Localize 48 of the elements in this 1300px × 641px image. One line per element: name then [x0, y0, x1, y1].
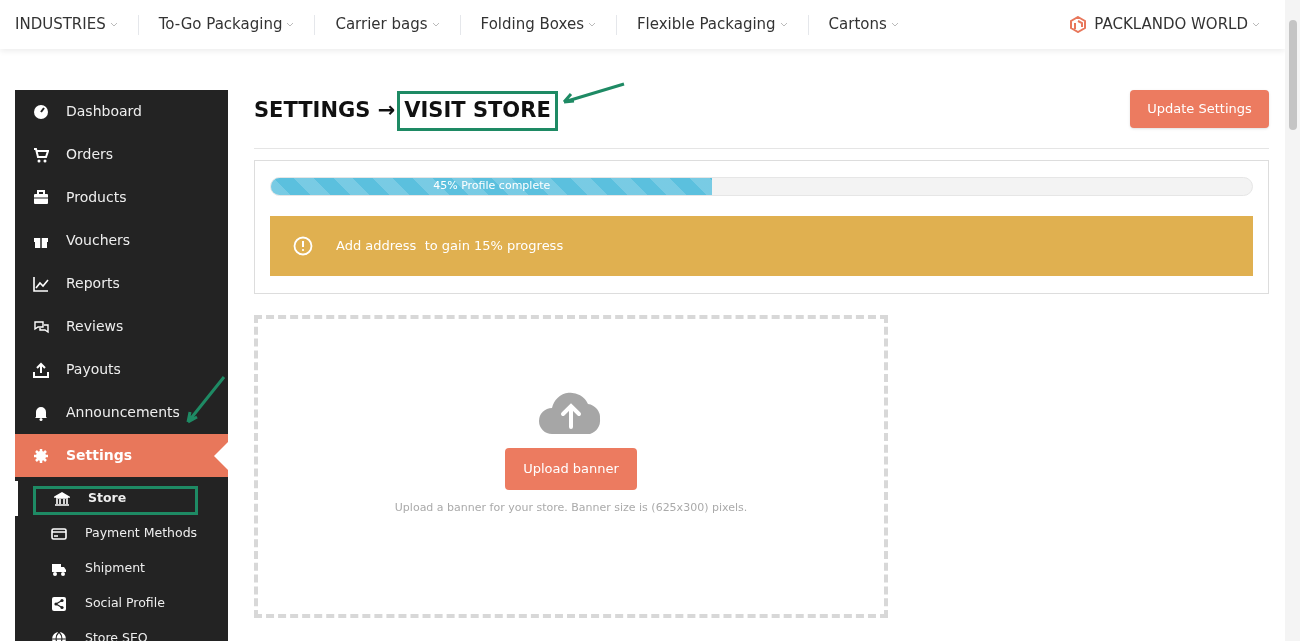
chevron-down-icon	[286, 22, 295, 27]
annotation-arrow	[560, 82, 626, 106]
sidebar-item[interactable]: Dashboard	[15, 90, 228, 133]
sidebar-item[interactable]: Announcements	[15, 391, 228, 434]
share-icon	[51, 595, 67, 612]
page-title: SETTINGS →	[254, 97, 396, 124]
chevron-down-icon	[109, 22, 118, 27]
sidebar-item[interactable]: Payouts	[15, 348, 228, 391]
submenu-item[interactable]: Payment Methods	[15, 516, 228, 551]
brand-link[interactable]: PACKLANDO WORLD	[1070, 13, 1260, 36]
chevron-down-icon	[890, 22, 899, 27]
nav-link[interactable]: To-Go Packaging	[158, 13, 295, 36]
nav-link[interactable]: Flexible Packaging	[636, 13, 788, 36]
nav-link[interactable]: Cartons	[828, 13, 899, 36]
chat-icon	[33, 318, 49, 335]
credit-card-icon	[51, 525, 67, 542]
visit-store-link[interactable]: VISIT STORE	[397, 91, 558, 131]
active-notch	[214, 442, 228, 470]
nav-link[interactable]: Carrier bags	[335, 13, 440, 36]
sidebar-item[interactable]: Orders	[15, 133, 228, 176]
briefcase-icon	[33, 189, 49, 206]
progress-label: 45% Profile complete	[433, 178, 551, 195]
bank-icon	[54, 490, 70, 507]
chevron-down-icon	[779, 22, 788, 27]
chevron-down-icon	[587, 22, 596, 27]
cart-icon	[33, 146, 49, 163]
bell-icon	[33, 404, 49, 421]
sidebar-item[interactable]: Reviews	[15, 305, 228, 348]
sidebar-item[interactable]: Reports	[15, 262, 228, 305]
chevron-down-icon	[1252, 22, 1260, 27]
scrollbar[interactable]	[1285, 0, 1300, 641]
gear-icon	[33, 447, 49, 464]
exclamation-circle-icon	[293, 236, 313, 256]
gauge-icon	[33, 103, 49, 120]
logo-icon	[1070, 16, 1087, 33]
submenu-item[interactable]: Social Profile	[15, 586, 228, 621]
alert-text: Add address to gain 15% progress	[336, 237, 564, 256]
nav-link[interactable]: Folding Boxes	[480, 13, 596, 36]
sidebar-item[interactable]: Products	[15, 176, 228, 219]
submenu-item[interactable]: Shipment	[15, 551, 228, 586]
chevron-down-icon	[431, 22, 440, 27]
annotation-arrow	[184, 375, 226, 425]
chart-icon	[33, 275, 49, 292]
nav-link[interactable]: INDUSTRIES	[15, 13, 118, 36]
sidebar-item[interactable]: Vouchers	[15, 219, 228, 262]
submenu-item[interactable]: Store	[15, 481, 228, 516]
upload-hint: Upload a banner for your store. Banner size is (625x300) pixels.	[394, 500, 748, 516]
upload-icon	[33, 361, 49, 378]
